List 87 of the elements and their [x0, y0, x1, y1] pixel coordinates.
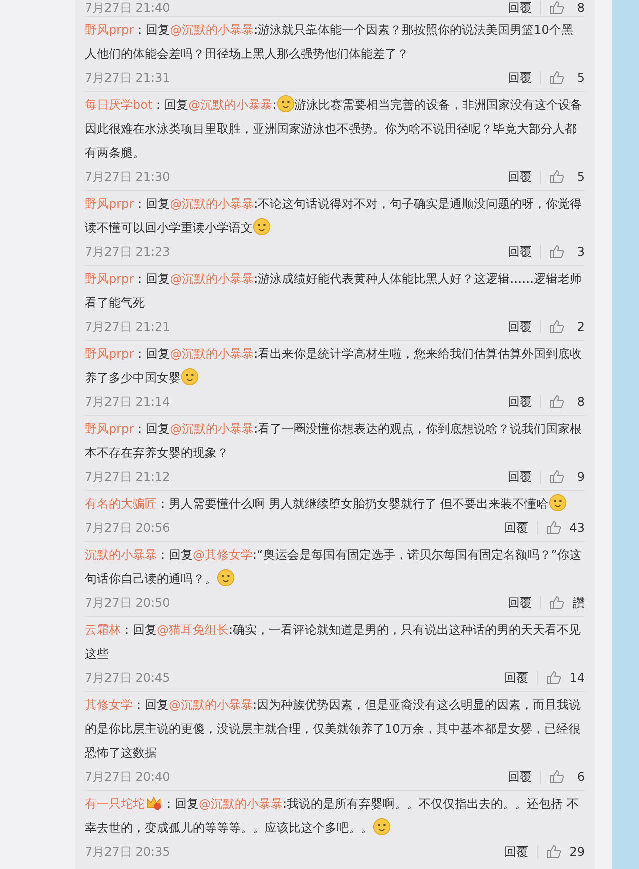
mention-link[interactable]: @沉默的小暴暴 [170, 422, 254, 436]
emoji-icon [217, 569, 235, 587]
comment-text: 每日厌学bot：回复@沉默的小暴暴: 游泳比赛需要相当完善的设备，非洲国家没有这个设备因此很难在水泳类项目里取胜，亚洲国家游泳也不强势。你为啥不说田径呢？毕竟大部分人都有两条腿。 [85, 93, 585, 165]
like-count: 8 [576, 1, 585, 15]
username-link[interactable]: 野风prpr [85, 23, 134, 37]
comment-date: 7月27日 20:45 [85, 670, 170, 686]
comment-text: 野风prpr：回复@沉默的小暴暴:游泳就只靠体能一个因素？那按照你的说法美国男篮10个黑人他们的体能会差吗？田径场上黑人那么强势他们体能差了？ [85, 22, 574, 63]
like-count: 14 [570, 671, 585, 685]
comment-text: 野风prpr：回复@沉默的小暴暴:看出来你是统计学高材生啦，您来给我们估算估算外国到底收养了多少中国女婴 [85, 346, 584, 388]
thumbs-up-icon[interactable] [549, 0, 565, 16]
mention-link[interactable]: @沉默的小暴暴 [169, 698, 253, 712]
comment-text: 野风prpr：回复@沉默的小暴暴:看了一圈没懂你想表达的观点，你到底想说啥？说我们国家根本不存在弃养女婴的现象？ [85, 421, 584, 462]
thumbs-up-icon[interactable] [549, 244, 565, 260]
comment-date: 7月27日 21:23 [85, 244, 170, 260]
comment-date: 7月27日 20:40 [85, 768, 170, 786]
comment-date: 7月27日 20:56 [85, 520, 170, 536]
reply-link[interactable]: 回覆 [508, 394, 532, 410]
comment-text: 有一只坨坨 ：回复@沉默的小暴暴:我说的是所有弃婴啊。。不仅仅指出去的。。还包括 不幸去世的，变成孤儿的等等等。。应该比这个多吧。。 [85, 792, 585, 840]
mention-link[interactable]: @沉默的小暴暴 [170, 347, 254, 361]
emoji-icon [253, 218, 271, 236]
like-count: 6 [576, 770, 585, 784]
like-count: 5 [576, 170, 585, 184]
thumbs-up-icon[interactable] [546, 844, 562, 860]
like-count: 讚 [573, 594, 585, 612]
emoji-icon [181, 368, 199, 386]
comment-text: 有名的大骗匠：男人需要懂什么啊 男人就继续堕女胎扔女婴就行了 但不要出来装不懂哈 [85, 492, 585, 516]
thumbs-up-icon[interactable] [549, 319, 565, 335]
reply-link[interactable]: 回覆 [508, 244, 532, 260]
thumbs-up-icon[interactable] [549, 595, 565, 611]
reply-link[interactable]: 回覆 [504, 520, 529, 536]
username-link[interactable]: 其修女学 [85, 698, 133, 712]
mention-link[interactable]: @沉默的小暴暴 [199, 797, 283, 811]
comment-text: 野风prpr：回复@沉默的小暴暴:不论这句话说得对不对，句子确实是通顺没问题的呀，你觉得读不懂可以回小学重读小学语文 [85, 196, 584, 238]
username-link[interactable]: 野风prpr [85, 347, 134, 361]
username-link[interactable]: 野风prpr [85, 197, 134, 211]
username-link[interactable]: 野风prpr [85, 422, 134, 436]
comment-date: 7月27日 21:12 [85, 468, 170, 486]
username-link[interactable]: 有名的大骗匠 [85, 497, 157, 511]
comment-text: 其修女学：回复@沉默的小暴暴:因为种族优势因素，但是亚裔没有这么明显的因素，而且我说的是你比层主说的更傻，没说层主就合理，仅美就领养了10万余，其中基本都是女婴，已经很恐怖了这数据 [85, 697, 582, 762]
emoji-icon [548, 494, 567, 512]
thumbs-up-icon[interactable] [549, 769, 565, 785]
username-link[interactable]: 云霜林 [85, 623, 121, 637]
thumbs-up-icon[interactable] [546, 670, 562, 686]
reply-link[interactable]: 回覆 [504, 670, 529, 686]
like-count: 5 [576, 71, 585, 85]
like-count: 43 [570, 521, 585, 535]
emoji-icon [373, 818, 391, 836]
mention-link[interactable]: @沉默的小暴暴 [170, 197, 254, 211]
thumbs-up-icon[interactable] [549, 469, 565, 485]
thumbs-up-icon[interactable] [546, 520, 562, 536]
comment-date: 7月27日 20:50 [85, 594, 170, 612]
comment-date: 7月27日 21:31 [85, 70, 170, 86]
comment-date: 7月27日 20:35 [85, 844, 170, 860]
comment-text: 云霜林：回复@猫耳免组长:确实，一看评论就知道是男的，只有说出这种话的男的天天看不见这些 [85, 622, 582, 663]
crown-icon [145, 794, 163, 812]
username-link[interactable]: 每日厌学bot [85, 98, 153, 112]
mention-link[interactable]: @其修女学 [193, 548, 253, 562]
comment-date: 7月27日 21:30 [85, 168, 170, 186]
reply-link[interactable]: 回覆 [508, 0, 532, 16]
mention-link[interactable]: @猫耳免组长 [157, 623, 229, 637]
reply-link[interactable]: 回覆 [508, 318, 532, 336]
mention-link[interactable]: @沉默的小暴暴 [170, 23, 254, 37]
comment-date: 7月27日 21:14 [85, 394, 170, 410]
comment-date: 7月27日 21:21 [85, 318, 170, 336]
like-count: 3 [576, 245, 585, 259]
reply-link[interactable]: 回覆 [508, 168, 532, 186]
comment-text: 野风prpr：回复@沉默的小暴暴:游泳成绩好能代表黄种人体能比黑人好？这逻辑……逻辑老师看了能气死 [85, 271, 584, 312]
username-link[interactable]: 沉默的小暴暴 [85, 548, 157, 562]
thumbs-up-icon[interactable] [549, 70, 565, 86]
username-link[interactable]: 有一只坨坨 [85, 797, 145, 811]
username-link[interactable]: 野风prpr [85, 272, 134, 286]
thumbs-up-icon[interactable] [549, 394, 565, 410]
like-count: 8 [576, 395, 585, 409]
mention-link[interactable]: @沉默的小暴暴 [170, 272, 254, 286]
like-count: 2 [576, 320, 585, 334]
emoji-icon [276, 95, 295, 113]
comment-date: 7月27日 21:40 [85, 0, 170, 16]
like-count: 29 [570, 845, 585, 859]
like-count: 9 [576, 470, 585, 484]
thumbs-up-icon[interactable] [549, 169, 565, 185]
mention-link[interactable]: @沉默的小暴暴 [188, 98, 273, 112]
comment-text: 沉默的小暴暴：回复@其修女学:“奥运会是每国有固定选手，诺贝尔每国有固定名额吗？”你这句话你自己读的通吗？。 [85, 547, 582, 589]
reply-link[interactable]: 回覆 [508, 594, 532, 612]
reply-link[interactable]: 回覆 [508, 468, 532, 486]
reply-link[interactable]: 回覆 [508, 70, 532, 86]
reply-link[interactable]: 回覆 [508, 768, 532, 786]
reply-link[interactable]: 回覆 [504, 844, 529, 860]
